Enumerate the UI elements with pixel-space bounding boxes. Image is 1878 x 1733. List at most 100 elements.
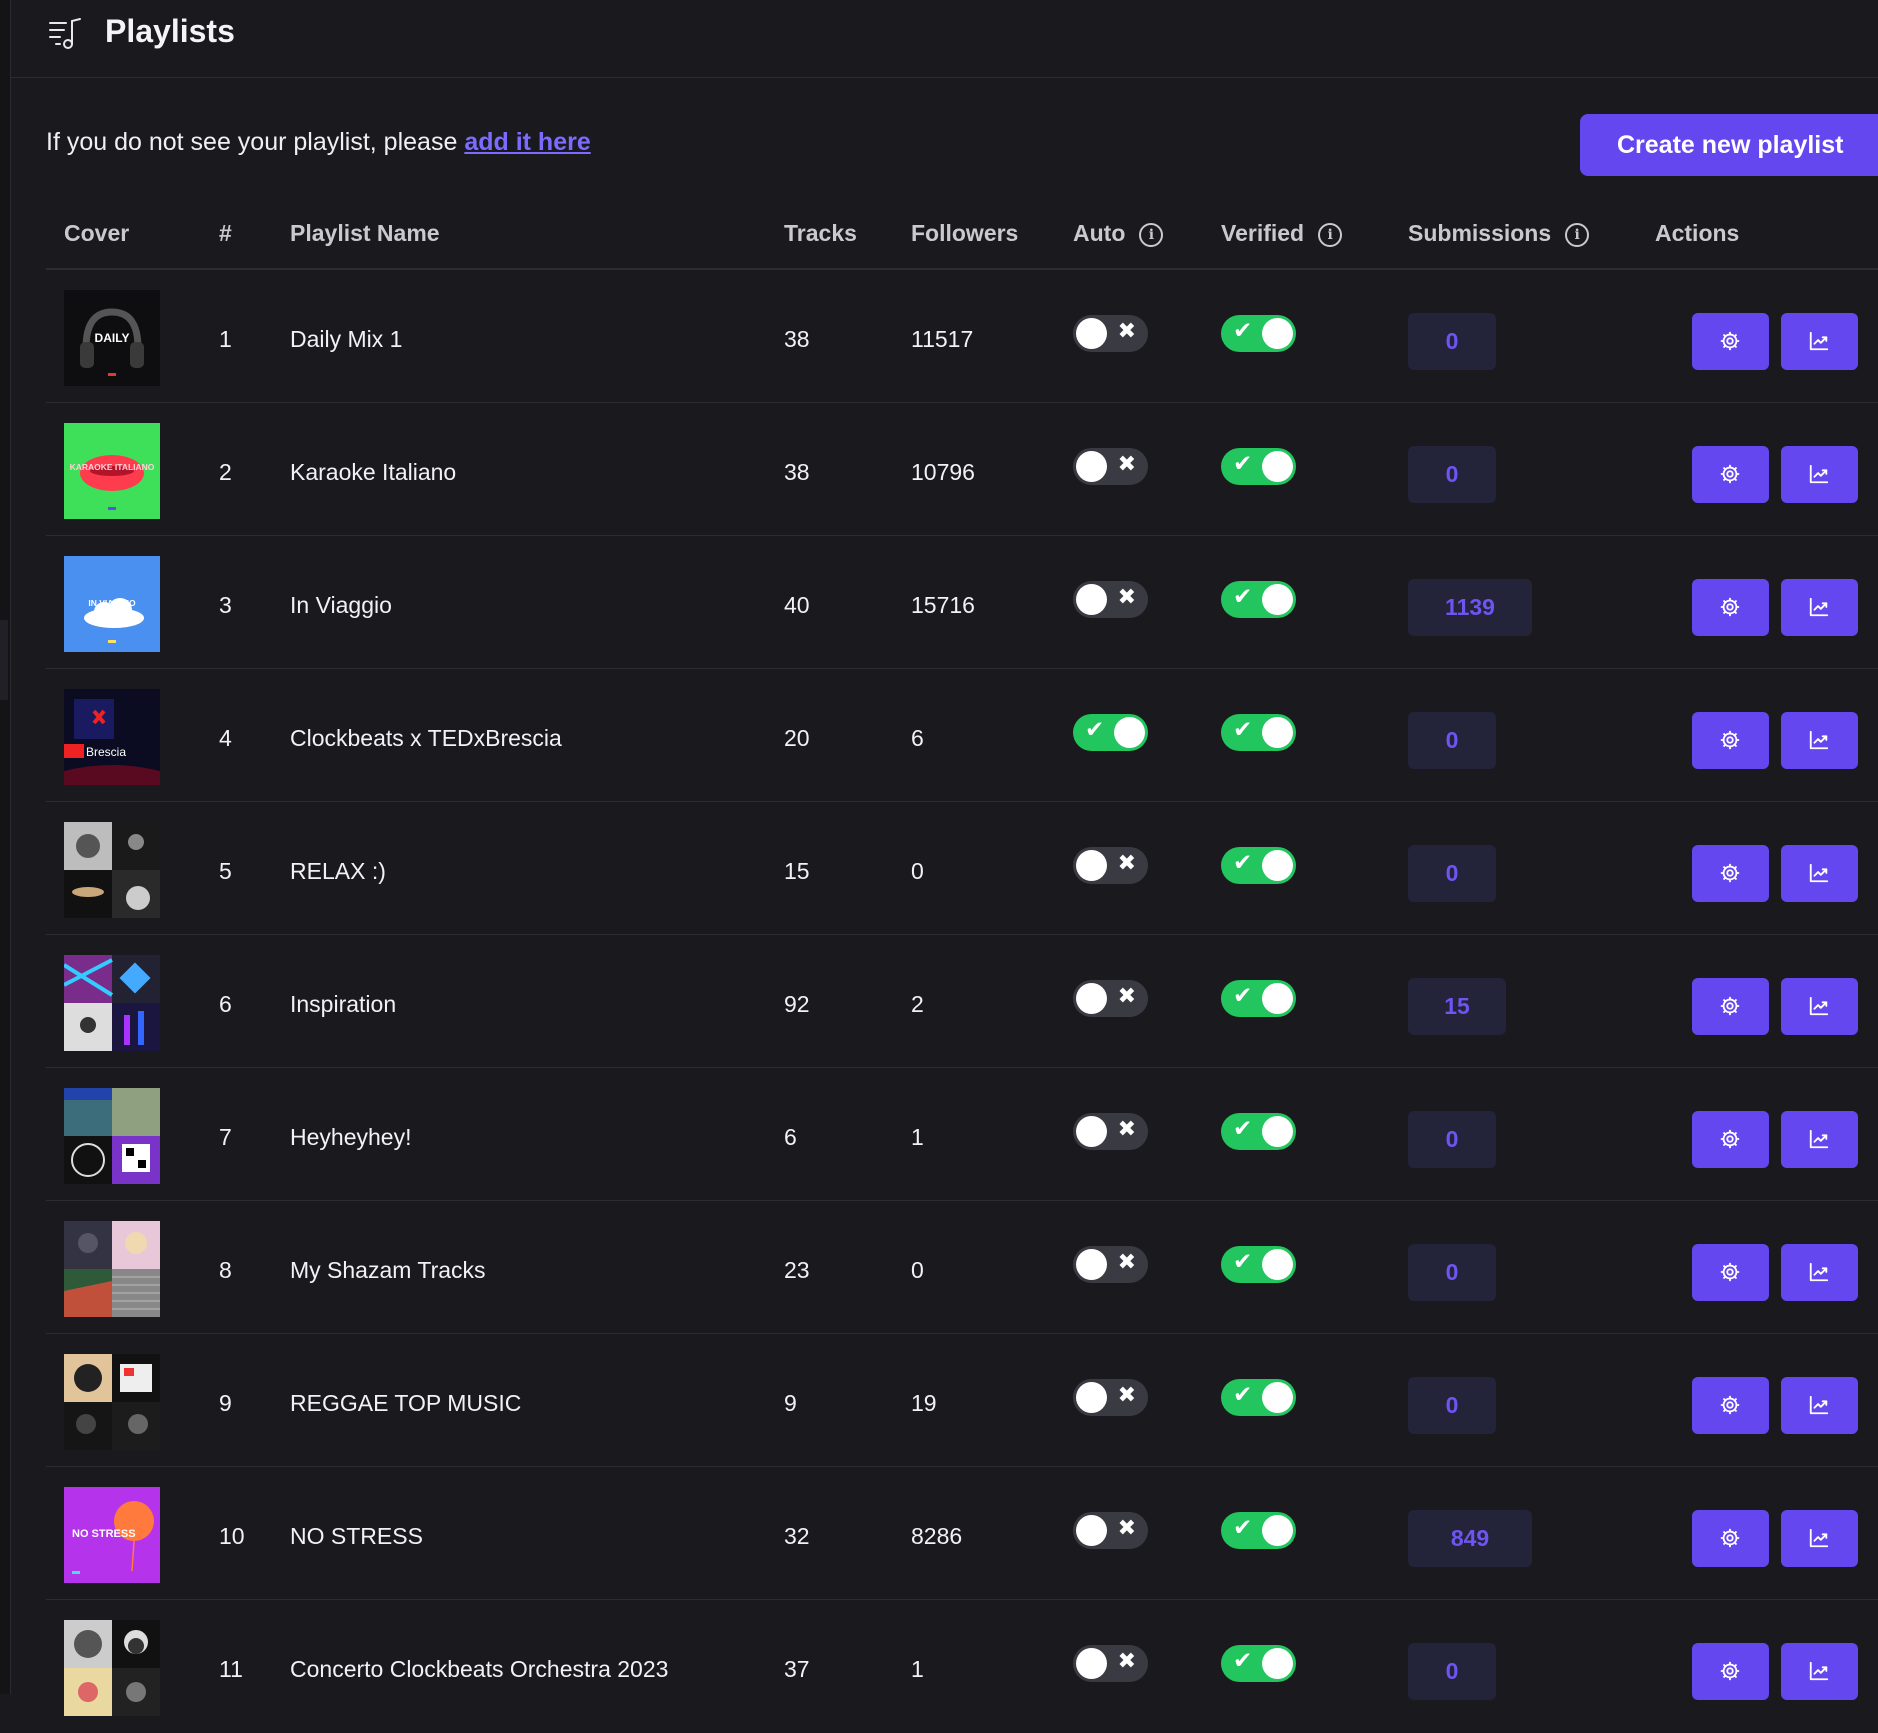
verified-toggle[interactable]: ✔ (1221, 315, 1296, 352)
playlist-cover[interactable] (64, 1088, 160, 1184)
settings-button[interactable] (1692, 1111, 1769, 1168)
stats-button[interactable] (1781, 579, 1858, 636)
submissions-badge[interactable]: 0 (1408, 1111, 1496, 1168)
submissions-badge[interactable]: 0 (1408, 845, 1496, 902)
auto-toggle[interactable]: ✖ (1073, 1379, 1148, 1416)
info-icon[interactable]: i (1565, 223, 1590, 247)
playlist-name[interactable]: RELAX :) (290, 858, 386, 885)
add-playlist-link[interactable]: add it here (464, 128, 590, 156)
auto-toggle[interactable]: ✖ (1073, 1113, 1148, 1150)
settings-button[interactable] (1692, 1510, 1769, 1567)
submissions-badge[interactable]: 1139 (1408, 579, 1532, 636)
table-row[interactable]: 7 Heyheyhey! 6 1 ✖ ✔ 0 (0, 1068, 1878, 1201)
settings-button[interactable] (1692, 579, 1769, 636)
stats-button[interactable] (1781, 313, 1858, 370)
close-icon: ✖ (1117, 1649, 1136, 1674)
verified-toggle[interactable]: ✔ (1221, 847, 1296, 884)
info-icon[interactable]: i (1318, 223, 1343, 247)
table-row[interactable]: 8 My Shazam Tracks 23 0 ✖ ✔ 0 (0, 1201, 1878, 1334)
playlist-cover[interactable]: DAILY (64, 290, 160, 386)
verified-toggle[interactable]: ✔ (1221, 714, 1296, 751)
settings-button[interactable] (1692, 845, 1769, 902)
verified-toggle[interactable]: ✔ (1221, 1379, 1296, 1416)
stats-button[interactable] (1781, 1244, 1858, 1301)
auto-toggle[interactable]: ✖ (1073, 448, 1148, 485)
playlist-tracks: 15 (784, 858, 810, 884)
stats-button[interactable] (1781, 1510, 1858, 1567)
col-header-cover: Cover (64, 220, 130, 246)
col-header-verified-label: Verified (1221, 220, 1305, 246)
settings-button[interactable] (1692, 446, 1769, 503)
auto-toggle[interactable]: ✖ (1073, 847, 1148, 884)
info-icon[interactable]: i (1139, 223, 1164, 247)
verified-toggle[interactable]: ✔ (1221, 1246, 1296, 1283)
stats-button[interactable] (1781, 1377, 1858, 1434)
playlist-name[interactable]: My Shazam Tracks (290, 1257, 486, 1284)
table-row[interactable]: DAILY 1 Daily Mix 1 38 11517 ✖ ✔ 0 (0, 270, 1878, 403)
auto-toggle[interactable]: ✖ (1073, 581, 1148, 618)
playlist-name[interactable]: Heyheyhey! (290, 1124, 411, 1151)
stats-button[interactable] (1781, 845, 1858, 902)
settings-button[interactable] (1692, 313, 1769, 370)
playlist-cover[interactable]: KARAOKE ITALIANO (64, 423, 160, 519)
playlist-cover[interactable] (64, 1221, 160, 1317)
auto-toggle[interactable]: ✔ (1073, 714, 1148, 751)
stats-button[interactable] (1781, 712, 1858, 769)
toggle-knob (1262, 1249, 1293, 1280)
playlist-name[interactable]: Concerto Clockbeats Orchestra 2023 (290, 1656, 668, 1683)
auto-toggle[interactable]: ✖ (1073, 1246, 1148, 1283)
create-playlist-button[interactable]: Create new playlist (1580, 114, 1878, 176)
check-icon: ✔ (1233, 318, 1253, 344)
playlist-name[interactable]: Inspiration (290, 991, 396, 1018)
auto-toggle[interactable]: ✖ (1073, 1512, 1148, 1549)
playlist-name[interactable]: REGGAE TOP MUSIC (290, 1390, 521, 1417)
playlist-name[interactable]: NO STRESS (290, 1523, 423, 1550)
table-row[interactable]: IN VIAGGIO 3 In Viaggio 40 15716 ✖ ✔ 1139 (0, 536, 1878, 669)
playlist-name[interactable]: Clockbeats x TEDxBrescia (290, 725, 562, 752)
stats-button[interactable] (1781, 1643, 1858, 1700)
verified-toggle[interactable]: ✔ (1221, 581, 1296, 618)
verified-toggle[interactable]: ✔ (1221, 980, 1296, 1017)
submissions-badge[interactable]: 0 (1408, 446, 1496, 503)
playlist-name[interactable]: Karaoke Italiano (290, 459, 456, 486)
settings-button[interactable] (1692, 978, 1769, 1035)
table-row[interactable]: 11 Concerto Clockbeats Orchestra 2023 37 1 ✖… (0, 1600, 1878, 1733)
auto-toggle[interactable]: ✖ (1073, 1645, 1148, 1682)
stats-button[interactable] (1781, 1111, 1858, 1168)
playlist-cover[interactable]: Brescia (64, 689, 160, 785)
toggle-knob (1076, 318, 1107, 349)
submissions-badge[interactable]: 0 (1408, 313, 1496, 370)
auto-toggle[interactable]: ✖ (1073, 980, 1148, 1017)
verified-toggle[interactable]: ✔ (1221, 1512, 1296, 1549)
table-row[interactable]: NO STRESS 10 NO STRESS 32 8286 ✖ ✔ 849 (0, 1467, 1878, 1600)
table-row[interactable]: 9 REGGAE TOP MUSIC 9 19 ✖ ✔ 0 (0, 1334, 1878, 1467)
table-row[interactable]: KARAOKE ITALIANO 2 Karaoke Italiano 38 10796… (0, 403, 1878, 536)
settings-button[interactable] (1692, 712, 1769, 769)
playlist-name[interactable]: In Viaggio (290, 592, 392, 619)
settings-button[interactable] (1692, 1643, 1769, 1700)
table-row[interactable]: Brescia 4 Clockbeats x TEDxBrescia 20 6 ✔ ✔ 0 (0, 669, 1878, 802)
stats-button[interactable] (1781, 446, 1858, 503)
playlist-name[interactable]: Daily Mix 1 (290, 326, 402, 353)
submissions-badge[interactable]: 0 (1408, 1244, 1496, 1301)
playlist-cover[interactable] (64, 1354, 160, 1450)
playlist-cover[interactable] (64, 822, 160, 918)
verified-toggle[interactable]: ✔ (1221, 1113, 1296, 1150)
table-row[interactable]: 6 Inspiration 92 2 ✖ ✔ 15 (0, 935, 1878, 1068)
verified-toggle[interactable]: ✔ (1221, 448, 1296, 485)
submissions-badge[interactable]: 0 (1408, 1377, 1496, 1434)
stats-button[interactable] (1781, 978, 1858, 1035)
verified-toggle[interactable]: ✔ (1221, 1645, 1296, 1682)
playlist-cover[interactable] (64, 1620, 160, 1716)
playlist-cover[interactable]: IN VIAGGIO (64, 556, 160, 652)
submissions-badge[interactable]: 0 (1408, 712, 1496, 769)
settings-button[interactable] (1692, 1244, 1769, 1301)
settings-button[interactable] (1692, 1377, 1769, 1434)
submissions-badge[interactable]: 0 (1408, 1643, 1496, 1700)
playlist-cover[interactable] (64, 955, 160, 1051)
table-row[interactable]: 5 RELAX :) 15 0 ✖ ✔ 0 (0, 802, 1878, 935)
submissions-badge[interactable]: 15 (1408, 978, 1506, 1035)
auto-toggle[interactable]: ✖ (1073, 315, 1148, 352)
submissions-badge[interactable]: 849 (1408, 1510, 1532, 1567)
playlist-cover[interactable]: NO STRESS (64, 1487, 160, 1583)
